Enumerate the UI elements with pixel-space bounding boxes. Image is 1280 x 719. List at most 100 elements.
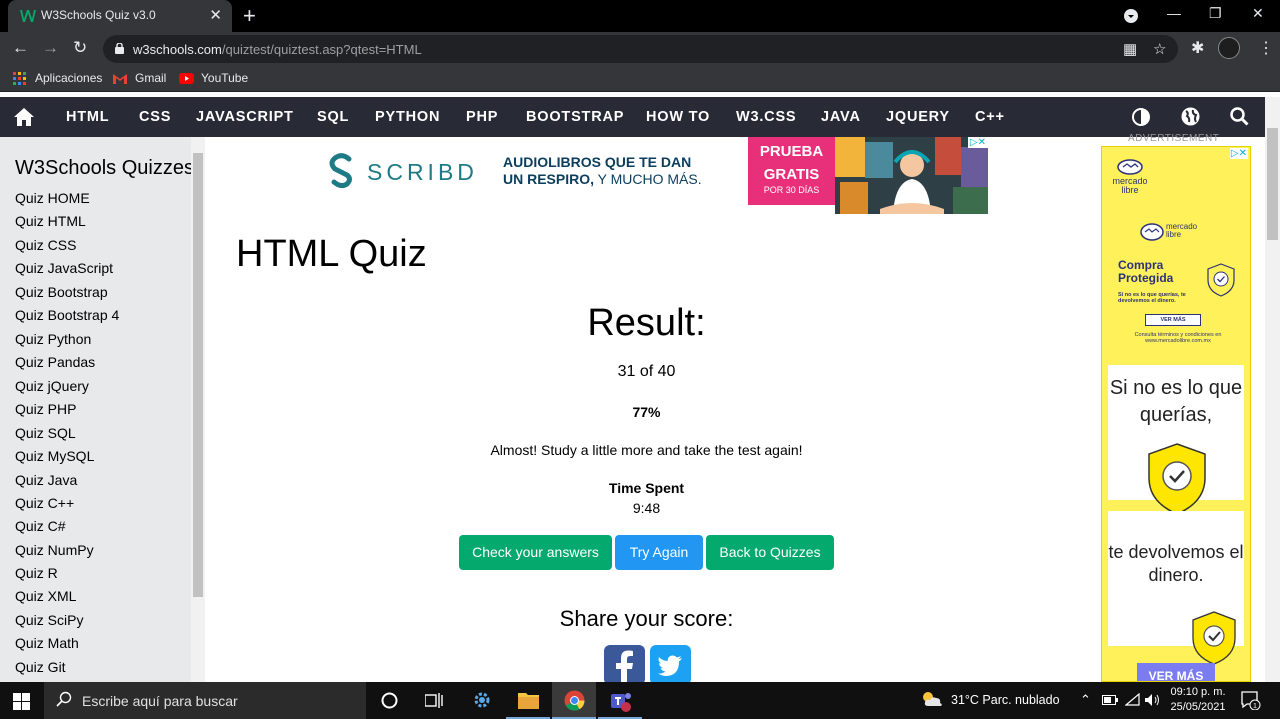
forward-arrow-icon[interactable]: →: [42, 38, 59, 58]
svg-text:1: 1: [1253, 703, 1257, 710]
bookmark-gmail[interactable]: Gmail: [135, 71, 166, 85]
address-bar[interactable]: w3schools.com/quiztest/quiztest.asp?qtes…: [103, 35, 1178, 63]
ad-choices-icon[interactable]: ▷✕: [1229, 148, 1248, 159]
nav-javascript[interactable]: JAVASCRIPT: [196, 109, 294, 125]
facebook-share-icon[interactable]: [604, 645, 645, 685]
file-explorer-taskbar-button[interactable]: [506, 682, 550, 719]
page-scrollbar-thumb[interactable]: [1267, 128, 1278, 240]
weather-text[interactable]: 31°C Parc. nublado: [951, 693, 1060, 707]
taskbar-clock[interactable]: 09:10 p. m. 25/05/2021: [1168, 685, 1228, 715]
sidebar-link[interactable]: Quiz SQL: [15, 425, 76, 441]
sidebar-link[interactable]: Quiz MySQL: [15, 448, 94, 464]
teams-icon: [611, 693, 631, 712]
sidebar-link[interactable]: Quiz Bootstrap: [15, 284, 108, 300]
sidebar-link[interactable]: Quiz JavaScript: [15, 260, 113, 276]
nav-php[interactable]: PHP: [466, 109, 498, 125]
sidebar-link[interactable]: Quiz Python: [15, 331, 91, 347]
search-icon[interactable]: [1230, 107, 1249, 126]
nav-html[interactable]: HTML: [66, 109, 109, 125]
sidebar-link[interactable]: Quiz SciPy: [15, 612, 83, 628]
result-heading: Result:: [587, 302, 706, 344]
battery-icon[interactable]: [1102, 695, 1118, 705]
translate-icon[interactable]: ▦: [1123, 40, 1137, 58]
browser-tab[interactable]: W3Schools Quiz v3.0 ✕: [8, 0, 232, 32]
browser-tab-bar: W3Schools Quiz v3.0 ✕ + — ❐ ✕: [0, 0, 1280, 32]
sidebar-link[interactable]: Quiz Pandas: [15, 354, 95, 370]
scribd-logo-icon: [329, 153, 352, 189]
weather-partly-cloudy-icon[interactable]: [920, 690, 944, 708]
nav-cpp[interactable]: C++: [975, 109, 1005, 125]
chrome-profile-dropdown-icon[interactable]: [1124, 9, 1138, 23]
sidebar-link[interactable]: Quiz Bootstrap 4: [15, 307, 119, 323]
task-view-icon[interactable]: [425, 692, 443, 709]
scribd-cta[interactable]: PRUEBA GRATIS POR 30 DÍAS: [748, 137, 835, 205]
url-host: w3schools.com: [133, 42, 222, 57]
volume-icon[interactable]: [1144, 693, 1161, 707]
maximize-icon[interactable]: ❐: [1209, 5, 1222, 22]
window-close-icon[interactable]: ✕: [1252, 5, 1264, 22]
settings-gear-icon[interactable]: [471, 689, 493, 711]
chrome-menu-icon[interactable]: ⋮: [1258, 38, 1274, 58]
minimize-icon[interactable]: —: [1167, 5, 1181, 21]
sidebar-link[interactable]: Quiz R: [15, 565, 58, 581]
nav-java[interactable]: JAVA: [821, 109, 861, 125]
nav-w3css[interactable]: W3.CSS: [736, 109, 796, 125]
bookmark-star-icon[interactable]: ☆: [1153, 40, 1166, 58]
scribd-banner-ad[interactable]: SCRIBD AUDIOLIBROS QUE TE DAN UN RESPIRO…: [317, 137, 988, 214]
taskbar-search[interactable]: Escribe aquí para buscar: [44, 682, 366, 719]
chevron-up-icon[interactable]: ⌃: [1080, 692, 1091, 708]
nav-python[interactable]: PYTHON: [375, 109, 440, 125]
sidebar-link[interactable]: Quiz C#: [15, 518, 66, 534]
dark-mode-icon[interactable]: [1132, 108, 1150, 126]
back-arrow-icon[interactable]: ←: [12, 38, 29, 58]
nav-sql[interactable]: SQL: [317, 109, 349, 125]
w3schools-favicon-icon: [20, 10, 36, 22]
ml-card-button[interactable]: VER MÁS: [1145, 314, 1201, 326]
ad-choices-icon[interactable]: ▷✕: [967, 137, 988, 148]
profile-avatar[interactable]: [1218, 37, 1240, 59]
audiobook-illustration: [835, 137, 988, 214]
sidebar-link[interactable]: Quiz HTML: [15, 213, 86, 229]
sidebar-link[interactable]: Quiz CSS: [15, 237, 76, 253]
main-content: SCRIBD AUDIOLIBROS QUE TE DAN UN RESPIRO…: [205, 137, 1088, 685]
bookmark-youtube[interactable]: YouTube: [201, 71, 248, 85]
sidebar-link[interactable]: Quiz NumPy: [15, 542, 94, 558]
teams-taskbar-button[interactable]: [598, 682, 642, 719]
apps-grid-icon: [13, 72, 26, 85]
ml-ver-mas-button[interactable]: VER MÁS: [1137, 663, 1215, 681]
twitter-share-icon[interactable]: [650, 645, 691, 685]
check-answers-button[interactable]: Check your answers: [459, 535, 612, 570]
home-icon[interactable]: [13, 107, 35, 127]
scribd-cta-line2: GRATIS: [763, 166, 820, 183]
back-to-quizzes-button[interactable]: Back to Quizzes: [706, 535, 834, 570]
nav-howto[interactable]: HOW TO: [646, 109, 710, 125]
lock-icon: [115, 43, 124, 54]
nav-css[interactable]: CSS: [139, 109, 171, 125]
reload-icon[interactable]: ↻: [73, 38, 87, 58]
sidebar-link[interactable]: Quiz PHP: [15, 401, 76, 417]
sidebar-link[interactable]: Quiz Math: [15, 635, 79, 651]
new-tab-button[interactable]: +: [243, 3, 256, 29]
mercadolibre-ad[interactable]: ▷✕ mercado libre mercado libre Compra Pr…: [1101, 146, 1251, 682]
nav-jquery[interactable]: JQUERY: [886, 109, 950, 125]
sidebar-link[interactable]: Quiz jQuery: [15, 378, 89, 394]
nav-bootstrap[interactable]: BOOTSTRAP: [526, 109, 624, 125]
time-spent-label: Time Spent: [608, 480, 685, 496]
try-again-button[interactable]: Try Again: [615, 535, 703, 570]
bookmark-apps[interactable]: Aplicaciones: [35, 71, 102, 85]
sidebar-link[interactable]: Quiz XML: [15, 588, 76, 604]
sidebar-scrollbar-thumb[interactable]: [193, 153, 203, 597]
chrome-taskbar-button[interactable]: [552, 682, 596, 719]
wifi-icon[interactable]: [1125, 693, 1140, 706]
sidebar-link[interactable]: Quiz Git: [15, 659, 66, 675]
sidebar-link[interactable]: Quiz HOME: [15, 190, 90, 206]
sidebar-link[interactable]: Quiz C++: [15, 495, 74, 511]
cortana-icon[interactable]: [381, 692, 398, 709]
globe-icon[interactable]: [1181, 107, 1200, 126]
sidebar-link[interactable]: Quiz Java: [15, 472, 77, 488]
notifications-icon[interactable]: 1: [1241, 691, 1261, 710]
tab-close-icon[interactable]: ✕: [209, 6, 222, 24]
gmail-icon: [113, 74, 127, 84]
extensions-puzzle-icon[interactable]: ✱: [1191, 38, 1204, 58]
windows-start-icon[interactable]: [13, 693, 30, 710]
